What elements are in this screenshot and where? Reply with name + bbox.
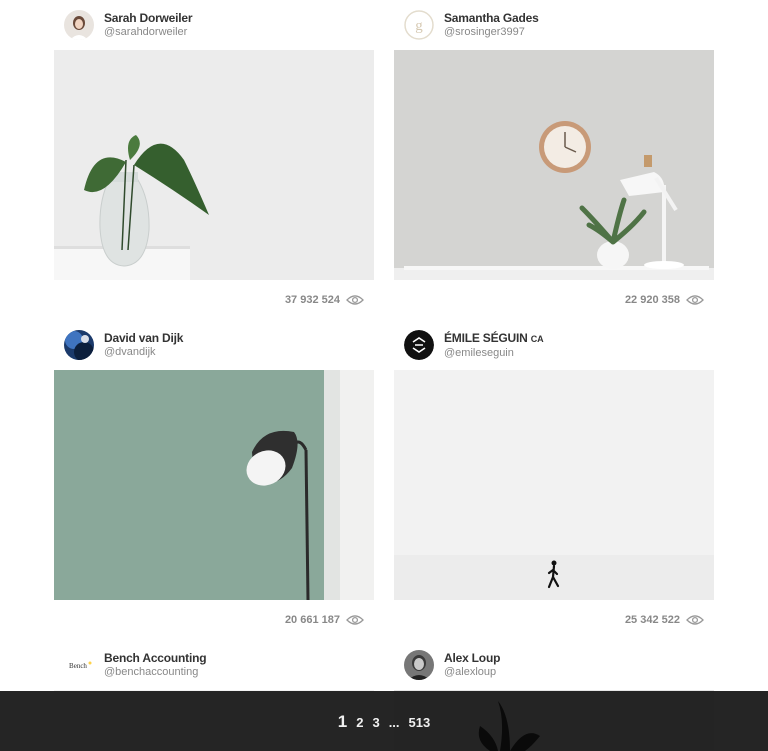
- page-ellipsis: ...: [388, 715, 400, 730]
- photo-card: ÉMILE SÉGUIN CA @emileseguin 25 342 522: [394, 320, 714, 640]
- photo-image[interactable]: [54, 50, 374, 280]
- location-badge: CA: [530, 333, 544, 344]
- view-stats: 20 661 187: [285, 612, 364, 628]
- author-handle[interactable]: @alexloup: [444, 665, 500, 679]
- bench-logo: Bench: [69, 662, 87, 670]
- photo-card: g Samantha Gades @srosinger3997 22 920 3…: [394, 0, 714, 320]
- eye-icon: [686, 615, 704, 625]
- view-count: 25 342 522: [624, 614, 680, 626]
- photo-card: Sarah Dorweiler @sarahdorweiler 37 932 5…: [54, 0, 374, 320]
- author-name[interactable]: ÉMILE SÉGUIN CA: [444, 331, 544, 346]
- page-last[interactable]: 513: [409, 715, 431, 730]
- author-name[interactable]: Samantha Gades: [444, 11, 539, 25]
- svg-text:g: g: [415, 18, 423, 34]
- eye-icon: [346, 615, 364, 625]
- avatar[interactable]: g: [404, 10, 434, 40]
- eye-icon: [686, 295, 704, 305]
- author-name-text[interactable]: ÉMILE SÉGUIN: [444, 331, 528, 345]
- pagination-bar: 1 2 3 ... 513: [0, 691, 768, 751]
- author-handle[interactable]: @sarahdorweiler: [104, 25, 192, 39]
- view-count: 22 920 358: [624, 294, 680, 306]
- author-name[interactable]: Sarah Dorweiler: [104, 11, 193, 25]
- avatar[interactable]: [404, 650, 434, 680]
- author-handle[interactable]: @benchaccounting: [104, 665, 206, 679]
- photo-image[interactable]: [394, 50, 714, 280]
- view-stats: 22 920 358: [625, 292, 704, 308]
- photo-image[interactable]: [54, 370, 374, 600]
- author-name[interactable]: Bench Accounting: [104, 651, 207, 665]
- page-3[interactable]: 3: [372, 715, 379, 730]
- page-2[interactable]: 2: [356, 715, 363, 730]
- avatar[interactable]: [64, 10, 94, 40]
- pagination: 1 2 3 ... 513: [0, 712, 768, 732]
- photo-image[interactable]: [394, 370, 714, 600]
- author-header[interactable]: David van Dijk @dvandijk: [64, 330, 183, 360]
- view-stats: 37 932 524: [285, 292, 364, 308]
- avatar[interactable]: [64, 330, 94, 360]
- author-header[interactable]: ÉMILE SÉGUIN CA @emileseguin: [404, 330, 544, 360]
- author-handle[interactable]: @srosinger3997: [444, 25, 539, 39]
- view-stats: 25 342 522: [625, 612, 704, 628]
- avatar[interactable]: Bench: [64, 650, 94, 680]
- avatar[interactable]: [404, 330, 434, 360]
- author-name[interactable]: Alex Loup: [444, 651, 500, 665]
- author-header[interactable]: g Samantha Gades @srosinger3997: [404, 10, 539, 40]
- view-count: 37 932 524: [284, 294, 340, 306]
- page-1[interactable]: 1: [338, 712, 347, 732]
- view-count: 20 661 187: [284, 614, 340, 626]
- author-header[interactable]: Sarah Dorweiler @sarahdorweiler: [64, 10, 193, 40]
- author-name[interactable]: David van Dijk: [104, 331, 183, 345]
- eye-icon: [346, 295, 364, 305]
- author-header[interactable]: Alex Loup @alexloup: [404, 650, 500, 680]
- author-header[interactable]: Bench Bench Accounting @benchaccounting: [64, 650, 207, 680]
- author-handle[interactable]: @dvandijk: [104, 345, 183, 359]
- photo-card: David van Dijk @dvandijk 20 661 187: [54, 320, 374, 640]
- author-handle[interactable]: @emileseguin: [444, 346, 543, 360]
